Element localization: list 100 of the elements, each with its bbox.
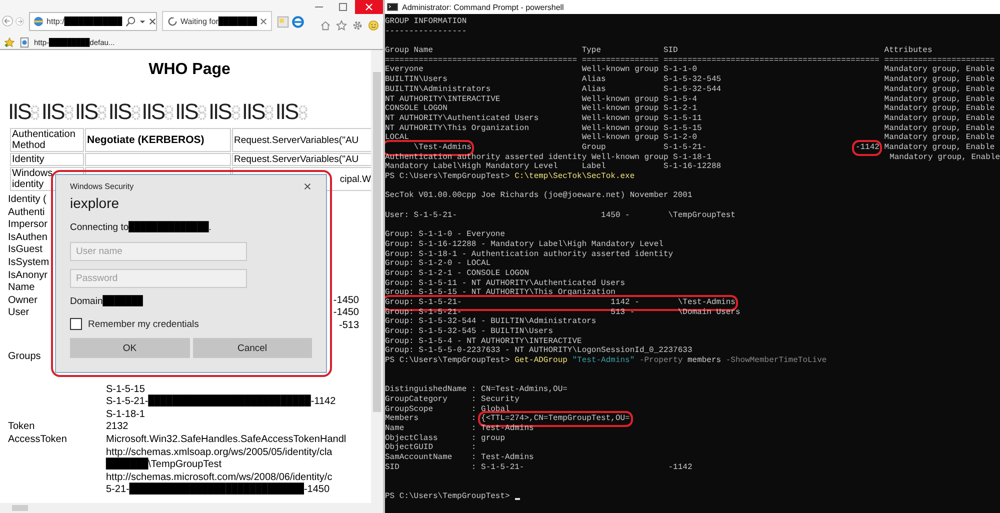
value-text: S-1-18-1 xyxy=(106,408,145,422)
field-label: Domain███████ xyxy=(70,296,143,307)
console-text: Mandatory group, Enable xyxy=(884,114,995,124)
logo-text: IIS xyxy=(242,98,264,126)
home-icon[interactable] xyxy=(320,20,331,31)
console-text: Mandatory group, Enable xyxy=(884,94,995,104)
horizontal-scrollbar[interactable] xyxy=(0,503,371,513)
console-text: Group: S-1-5-5-0-2237633 - NT AUTHORITY\LogonSessionId_0_2237633 xyxy=(385,346,692,356)
ok-button[interactable]: OK xyxy=(70,338,190,358)
console-text: NT AUTHORITY\Authenticated Users xyxy=(385,114,539,124)
checkbox[interactable] xyxy=(70,318,82,330)
console-text: Well-known group xyxy=(582,65,659,75)
input-field[interactable]: Password xyxy=(70,269,247,288)
prompt-text: PS C:\Users\TempGroupTest> xyxy=(385,492,511,502)
console-text: Everyone xyxy=(385,65,424,75)
logo-text: IIS xyxy=(142,98,164,126)
console-text: Mandatory group, Enable xyxy=(884,133,995,143)
console-text: -1142 xyxy=(855,142,880,153)
console-text: Mandatory group, Enable xyxy=(884,75,995,85)
console-text: Group: S-1-16-12288 - Mandatory Label\High Mandatory Level xyxy=(385,240,664,250)
logo-text: IIS xyxy=(208,98,231,126)
console-text: SID : S-1-5-21- -1142 xyxy=(385,462,692,472)
console-text: ObjectGUID : xyxy=(385,443,476,453)
console-text: SamAccountName : Test-Admins xyxy=(385,452,534,463)
console-text: SecTok V01.00.00cpp Joe Richards (joe@joeware.net) November 2001 xyxy=(385,191,692,202)
console-text: Group: S-1-5-11 - NT AUTHORITY\Authenticated Users xyxy=(385,278,626,288)
console-text: DistinguishedName : CN=Test-Admins,OU= xyxy=(385,385,568,395)
console-text: Group: S-1-2-0 - LOCAL xyxy=(385,259,491,269)
table-cell-text: Request.ServerVariables("AU xyxy=(234,154,359,165)
console-text: S-1-5-32-544 xyxy=(663,84,722,94)
parameter-text: -ShowMemberTimeToLive xyxy=(724,356,827,366)
field-label: Owner xyxy=(8,294,38,306)
field-label: IsGuest xyxy=(8,244,42,256)
console-text: BUILTIN\Administrators xyxy=(385,84,491,94)
vertical-scrollbar[interactable] xyxy=(371,50,383,513)
console-text: Group: S-1-5-15 - NT AUTHORITY\This Organization xyxy=(385,288,616,298)
logo-text: IIS xyxy=(41,98,64,126)
console-text: CONSOLE LOGON xyxy=(385,104,448,114)
console-text: S-1-5-15 xyxy=(663,124,702,134)
logo-text: IIS xyxy=(74,98,98,126)
console-text: S-1-5-32-545 xyxy=(663,75,722,85)
console-text: Mandatory group, Enable xyxy=(884,65,995,75)
value-text: S-1-5-15 xyxy=(106,384,145,396)
input-field[interactable]: User name xyxy=(70,242,247,261)
close-icon[interactable] xyxy=(260,18,267,24)
command-text: Get-ADGroup xyxy=(514,356,568,366)
value-text: ███████\TempGroupTest xyxy=(106,459,222,472)
close-icon[interactable] xyxy=(303,182,312,190)
smiley-icon[interactable] xyxy=(368,20,379,31)
close-icon[interactable] xyxy=(149,18,156,25)
caret-icon[interactable] xyxy=(139,18,146,25)
console-text: Mandatory group, Enable xyxy=(884,104,995,114)
console-text: ============================================= xyxy=(663,56,880,66)
console-text: S-1-1-0 xyxy=(663,65,698,76)
console-text: S-1-5-4 xyxy=(663,94,698,104)
search-icon[interactable] xyxy=(125,16,136,27)
browser-tab[interactable]: Waiting for████████ xyxy=(162,11,272,31)
console-text: SID xyxy=(663,46,678,56)
value-text: http://schemas.microsoft.com/ws/2008/06/identity/c xyxy=(106,472,332,483)
value-text: -1450 xyxy=(333,294,359,308)
console-text: Group: S-1-5-32-545 - BUILTIN\Users xyxy=(385,327,554,337)
command-text: C:\temp\SecTok\SecTok.exe xyxy=(514,172,635,182)
console-text: ================ xyxy=(582,56,659,65)
table-cell-text: Request.ServerVariables("AU xyxy=(234,134,359,146)
field-label: AccessToken xyxy=(8,434,67,445)
logo-text: IIS xyxy=(8,98,30,126)
favorites-star-icon[interactable] xyxy=(4,36,15,48)
console-text: NT AUTHORITY\This Organization xyxy=(385,124,530,134)
console-text: Group: S-1-5-4 - NT AUTHORITY\INTERACTIVE xyxy=(385,336,582,346)
spinner-icon xyxy=(166,16,178,26)
cancel-button[interactable]: Cancel xyxy=(192,338,312,358)
checkbox-label[interactable]: Remember my credentials xyxy=(88,318,199,330)
value-text: 5-21-█████████████████████████████-1450 xyxy=(106,484,330,497)
console-text: Mandatory Label\High Mandatory Level xyxy=(385,162,558,172)
value-text: -513 xyxy=(338,320,359,333)
star-icon[interactable] xyxy=(336,20,347,31)
value-text: Microsoft.Win32.SafeHandles.SafeAccessTokenHandl xyxy=(106,434,346,446)
field-label: Groups xyxy=(8,350,41,362)
close-button[interactable] xyxy=(355,0,383,14)
console-text: Group: S-1-18-1 - Authentication authority asserted identity xyxy=(385,250,674,260)
console-text: User: S-1-5-21- 1450 - \TempGroupTest xyxy=(385,210,736,220)
console-text: Mandatory group, Enable xyxy=(884,142,995,153)
console-text: Well-known group xyxy=(582,94,659,104)
table-cell-text: Authentication Method xyxy=(12,129,76,151)
console-text: Well-known group xyxy=(582,133,659,143)
settings-icon[interactable] xyxy=(352,20,363,31)
console-text: ======================================== xyxy=(385,56,578,66)
console-text: ----------------- xyxy=(385,26,467,36)
logo-text: IIS xyxy=(275,98,298,126)
console-text: Mandatory group, Enable xyxy=(890,152,1000,162)
ring-logo-icon[interactable] xyxy=(291,15,305,29)
console-text: Type xyxy=(582,46,602,56)
console-text: Group xyxy=(582,142,606,153)
prompt-text: PS C:\Users\TempGroupTest> xyxy=(385,356,511,366)
console-text: LOCAL xyxy=(385,133,410,143)
value-text: S-1-5-21-███████████████████████████-1142 xyxy=(106,396,336,409)
app-name: iexplore xyxy=(70,195,120,213)
console-text: GroupCategory : Security xyxy=(385,394,520,404)
console-text: Members : xyxy=(385,414,478,424)
address-bar[interactable]: http:/████████████ xyxy=(28,12,157,31)
